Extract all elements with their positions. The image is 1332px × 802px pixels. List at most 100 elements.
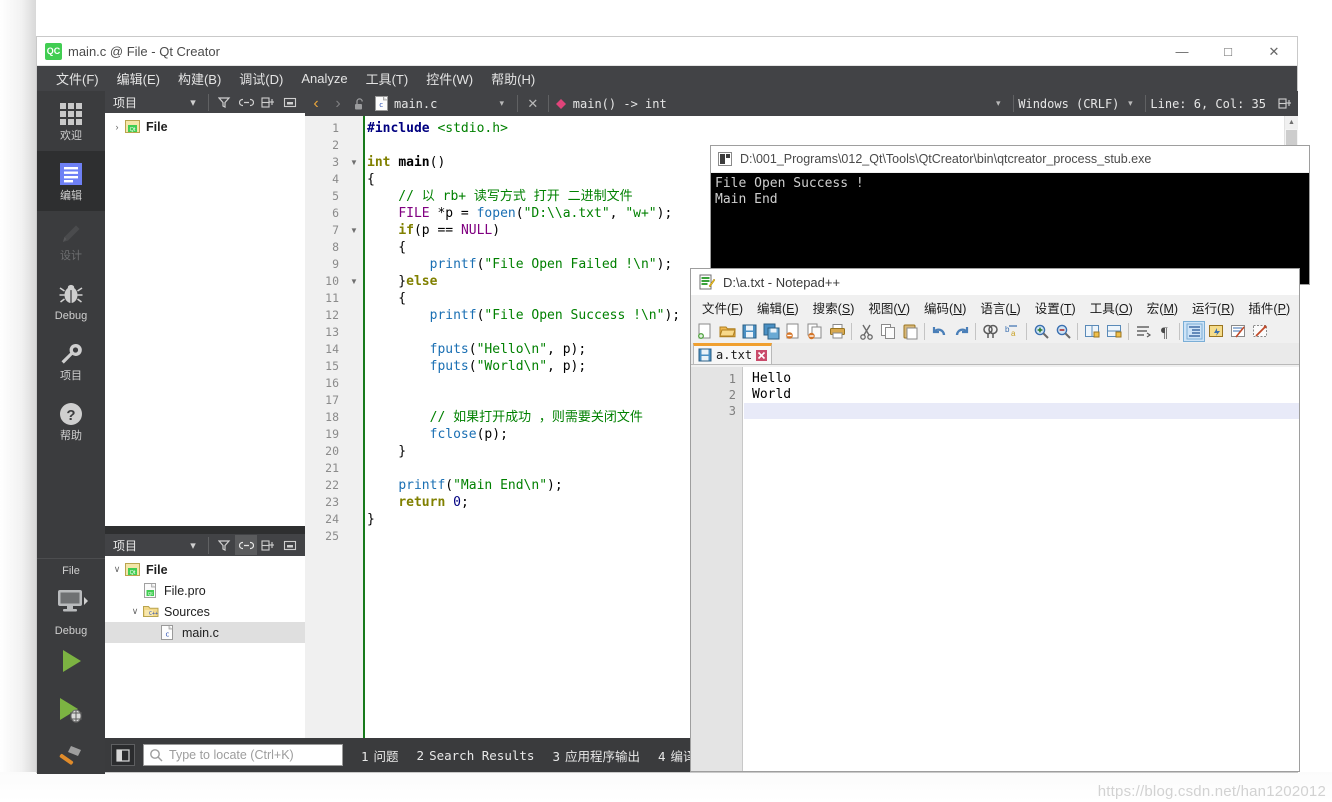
split-icon[interactable] [257, 535, 279, 555]
collapse-icon[interactable] [279, 535, 301, 555]
notepadpp-document-tab[interactable]: a.txt [693, 343, 773, 365]
new-file-icon[interactable] [694, 321, 716, 342]
close-file-icon[interactable] [782, 321, 804, 342]
save-all-icon[interactable] [760, 321, 782, 342]
output-pane-tab-3[interactable]: 3 应用程序输出 [552, 746, 640, 765]
qt-menu-1[interactable]: 编辑(E) [108, 67, 169, 90]
editor-close-button[interactable]: ✕ [522, 91, 544, 116]
find-icon[interactable] [979, 321, 1001, 342]
tree-expand-arrow[interactable]: ∨ [127, 606, 143, 617]
line-ending-selector[interactable]: Windows (CRLF) [1018, 97, 1119, 111]
notepadpp-menu-4[interactable]: 编码(N) [917, 297, 973, 318]
mode-编辑[interactable]: 编辑 [37, 151, 105, 211]
qt-menu-5[interactable]: 工具(T) [357, 67, 418, 90]
chevron-down-icon[interactable]: ▾ [182, 535, 204, 555]
notepadpp-menu-3[interactable]: 视图(V) [861, 297, 917, 318]
notepadpp-menu-9[interactable]: 运行(R) [1185, 297, 1241, 318]
tree-row-main.c[interactable]: c main.c [105, 622, 305, 643]
editor-symbol-selector[interactable]: main() -> int [573, 97, 667, 111]
undo-icon[interactable] [928, 321, 950, 342]
fold-marker[interactable]: ▼ [350, 222, 358, 239]
notepadpp-menu-1[interactable]: 编辑(E) [750, 297, 806, 318]
close-all-icon[interactable] [804, 321, 826, 342]
toggle-sidebar-icon[interactable] [111, 744, 135, 766]
qt-menu-2[interactable]: 构建(B) [169, 67, 230, 90]
open-file-icon[interactable] [716, 321, 738, 342]
print-icon[interactable] [826, 321, 848, 342]
fold-marker[interactable]: ▼ [350, 273, 358, 290]
notepadpp-menu-7[interactable]: 工具(O) [1083, 297, 1140, 318]
tree-row-Sources[interactable]: ∨ C++ Sources [105, 601, 305, 622]
editor-file-selector[interactable]: c main.c [371, 96, 437, 111]
qt-menu-0[interactable]: 文件(F) [47, 67, 108, 90]
cut-icon[interactable] [855, 321, 877, 342]
show-map-icon[interactable] [1227, 321, 1249, 342]
sync-vertical-icon[interactable] [1081, 321, 1103, 342]
mode-设计[interactable]: 设计 [37, 211, 105, 271]
notepadpp-menu-2[interactable]: 搜索(S) [806, 297, 862, 318]
locate-input[interactable]: Type to locate (Ctrl+K) [143, 744, 343, 766]
notepadpp-menu-11[interactable]: 窗口 [1297, 297, 1299, 318]
sync-horizontal-icon[interactable] [1103, 321, 1125, 342]
record-macro-icon[interactable] [1249, 321, 1271, 342]
run-button[interactable] [37, 637, 105, 685]
project-tree-top[interactable]: › Qt File [105, 113, 305, 137]
zoom-out-icon[interactable] [1052, 321, 1074, 342]
symbol-dropdown-arrow[interactable]: ▾ [987, 91, 1009, 116]
debug-button[interactable] [37, 685, 105, 733]
redo-icon[interactable] [950, 321, 972, 342]
output-pane-tab-1[interactable]: 1 问题 [361, 746, 399, 765]
indent-guide-icon[interactable] [1183, 320, 1205, 342]
minimize-button[interactable]: — [1159, 37, 1205, 66]
collapse-icon[interactable] [279, 92, 301, 112]
notepadpp-editor[interactable]: 1 2 3 Hello World [691, 367, 1299, 771]
notepadpp-menu-5[interactable]: 语言(L) [973, 297, 1027, 318]
split-icon[interactable] [257, 92, 279, 112]
editor-file-dropdown[interactable]: ▾ [491, 91, 513, 116]
show-all-chars-icon[interactable]: ¶ [1154, 321, 1176, 342]
mode-Debug[interactable]: Debug [37, 271, 105, 331]
fold-marker[interactable]: ▼ [350, 154, 358, 171]
tree-row-File[interactable]: › Qt File [105, 116, 305, 137]
notepadpp-document-text[interactable]: Hello World [744, 367, 1299, 771]
tree-expand-arrow[interactable]: ∨ [109, 564, 125, 575]
mode-欢迎[interactable]: 欢迎 [37, 91, 105, 151]
notepadpp-menu-6[interactable]: 设置(T) [1028, 297, 1083, 318]
navigate-forward-button[interactable]: › [327, 91, 349, 116]
tree-row-File[interactable]: ∨ Qt File [105, 559, 305, 580]
qt-menu-6[interactable]: 控件(W) [417, 67, 482, 90]
project-tree-bottom[interactable]: ∨ Qt File Qt File.pro ∨ C++ Sources c main.c [105, 556, 305, 643]
qt-menu-7[interactable]: 帮助(H) [482, 67, 544, 90]
split-editor-icon[interactable] [1274, 91, 1296, 116]
notepadpp-menu-10[interactable]: 插件(P) [1241, 297, 1297, 318]
line-ending-dropdown-arrow[interactable]: ▾ [1119, 91, 1141, 116]
paste-icon[interactable] [899, 321, 921, 342]
maximize-button[interactable]: □ [1205, 37, 1251, 66]
save-icon[interactable] [738, 321, 760, 342]
zoom-in-icon[interactable] [1030, 321, 1052, 342]
ui-preview-icon[interactable] [1205, 321, 1227, 342]
replace-icon[interactable]: ba [1001, 321, 1023, 342]
qt-menu-4[interactable]: Analyze [292, 69, 356, 88]
link-icon[interactable] [235, 535, 257, 555]
filter-icon[interactable] [213, 535, 235, 555]
kit-selector-button[interactable] [37, 577, 105, 625]
output-pane-tab-2[interactable]: 2 Search Results [417, 748, 535, 763]
navigate-back-button[interactable]: ‹ [305, 91, 327, 116]
chevron-down-icon[interactable]: ▾ [182, 92, 204, 112]
mode-帮助[interactable]: ? 帮助 [37, 391, 105, 451]
filter-icon[interactable] [213, 92, 235, 112]
close-button[interactable]: ✕ [1251, 37, 1297, 66]
copy-icon[interactable] [877, 321, 899, 342]
notepadpp-menu-8[interactable]: 宏(M) [1140, 297, 1185, 318]
scroll-up-arrow[interactable]: ▲ [1285, 116, 1298, 129]
tree-row-File.pro[interactable]: Qt File.pro [105, 580, 305, 601]
link-icon[interactable] [235, 92, 257, 112]
tree-expand-arrow[interactable]: › [109, 122, 125, 132]
notepadpp-menu-0[interactable]: 文件(F) [695, 297, 750, 318]
build-button[interactable] [37, 733, 105, 781]
mode-项目[interactable]: 项目 [37, 331, 105, 391]
word-wrap-icon[interactable] [1132, 321, 1154, 342]
unlocked-icon[interactable] [349, 91, 371, 116]
fold-margin[interactable] [345, 116, 365, 740]
